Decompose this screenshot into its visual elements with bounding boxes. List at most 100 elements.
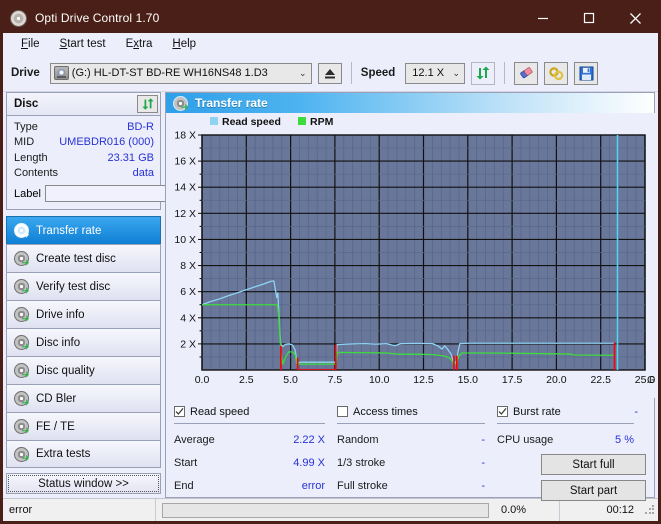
elapsed-time: 00:12 — [606, 504, 634, 516]
status-message: error — [9, 504, 33, 516]
chain-button[interactable] — [544, 61, 569, 85]
burst-rate-checkbox-row[interactable]: Burst rate - — [497, 404, 646, 419]
erase-button[interactable] — [514, 61, 539, 85]
panel-header: Transfer rate — [166, 93, 654, 113]
sidebar-item-label: Transfer rate — [36, 224, 102, 237]
svg-text:12.5: 12.5 — [413, 374, 434, 386]
close-button[interactable] — [612, 3, 658, 33]
disc-icon — [14, 363, 29, 378]
sidebar-item-disc-info[interactable]: Disc info — [6, 328, 161, 356]
burst-rate-column: Burst rate - CPU usage 5 % Start full St… — [497, 404, 646, 501]
sidebar-item-verify-test-disc[interactable]: Verify test disc — [6, 272, 161, 300]
stat-row-end: End error — [174, 474, 337, 497]
sidebar-item-label: FE / TE — [36, 420, 75, 433]
chevron-down-icon: ⌄ — [299, 67, 307, 78]
stat-random-key: Random — [337, 433, 379, 446]
svg-text:5.0: 5.0 — [283, 374, 298, 386]
eject-button[interactable] — [317, 62, 342, 84]
transfer-rate-chart[interactable]: Read speed RPM 2 X 4 X 6 X 8 X 10 X 12 X 14 X 16 … — [166, 113, 655, 398]
sidebar-item-label: Verify test disc — [36, 280, 111, 293]
read-speed-checkbox-row[interactable]: Read speed — [174, 404, 337, 419]
svg-text:0.0: 0.0 — [195, 374, 210, 386]
panel-title: Transfer rate — [195, 96, 268, 110]
menu-start-test-label: tart test — [67, 38, 106, 50]
title-bar: Opti Drive Control 1.70 — [3, 3, 658, 33]
burst-rate-label: Burst rate — [513, 405, 561, 418]
sidebar-item-disc-quality[interactable]: Disc quality — [6, 356, 161, 384]
access-times-checkbox-row[interactable]: Access times — [337, 404, 497, 419]
access-times-divider — [337, 423, 485, 424]
access-times-checkbox[interactable] — [337, 406, 348, 417]
disc-refresh-button[interactable] — [137, 95, 158, 113]
speed-select-value: 12.1 X — [412, 67, 445, 79]
window-title: Opti Drive Control 1.70 — [35, 11, 160, 25]
start-part-button[interactable]: Start part — [541, 480, 646, 501]
menu-help-label: elp — [180, 38, 197, 50]
stat-row-full-stroke: Full stroke - — [337, 474, 497, 497]
access-times-label: Access times — [353, 405, 418, 418]
sidebar-item-drive-info[interactable]: Drive info — [6, 300, 161, 328]
save-button[interactable] — [574, 61, 599, 85]
refresh-icon — [141, 98, 154, 110]
status-window-button[interactable]: Status window >> — [6, 473, 161, 494]
disc-label-key: Label — [14, 187, 41, 200]
sidebar-item-extra-tests[interactable]: Extra tests — [6, 440, 161, 468]
drive-label: Drive — [11, 67, 40, 79]
resize-grip-icon[interactable] — [644, 504, 656, 516]
sidebar-item-label: Disc quality — [36, 364, 95, 377]
eraser-icon — [520, 66, 533, 78]
sidebar-item-transfer-rate[interactable]: Transfer rate — [6, 216, 161, 244]
refresh-icon — [476, 66, 490, 80]
disc-icon — [14, 419, 29, 434]
sidebar-item-create-test-disc[interactable]: Create test disc — [6, 244, 161, 272]
stat-row-start: Start 4.99 X — [174, 451, 337, 474]
action-buttons: Start full Start part — [497, 454, 646, 501]
stat-random-value: - — [481, 433, 485, 446]
right-column: Transfer rate Read speed RPM 2 X 4 X 6 X 8 X 1… — [165, 92, 655, 501]
drive-select[interactable]: (G:) HL-DT-ST BD-RE WH16NS48 1.D3 ⌄ — [49, 62, 312, 84]
sidebar-item-label: Extra tests — [36, 448, 91, 460]
stat-average-value: 2.22 X — [293, 433, 325, 446]
menu-file[interactable]: File — [11, 36, 50, 52]
disc-icon — [173, 95, 188, 111]
menu-extra[interactable]: Extra — [116, 36, 163, 52]
disc-icon — [14, 335, 29, 350]
burst-rate-value: - — [634, 405, 638, 418]
stat-end-value: error — [301, 479, 325, 492]
read-speed-checkbox[interactable] — [174, 406, 185, 417]
chain-link-icon — [549, 66, 564, 80]
main-body: Disc Type BD-R MID UMEBDR016 (000) Lengt… — [3, 92, 658, 501]
refresh-button[interactable] — [471, 61, 496, 85]
svg-text:6 X: 6 X — [180, 286, 196, 298]
sidebar-item-fe-te[interactable]: FE / TE — [6, 412, 161, 440]
disc-icon — [14, 223, 29, 238]
sidebar-item-label: Drive info — [36, 308, 85, 321]
disc-row-mid-key: MID — [14, 136, 35, 149]
disc-icon — [14, 446, 29, 462]
svg-text:8 X: 8 X — [180, 260, 196, 272]
stat-start-key: Start — [174, 456, 198, 469]
stat-full-stroke-value: - — [481, 479, 485, 492]
stat-cpu-usage-value: 5 % — [615, 433, 634, 446]
stat-end-key: End — [174, 479, 194, 492]
minimize-button[interactable] — [520, 3, 566, 33]
sidebar-item-label: Create test disc — [36, 252, 116, 265]
speed-select[interactable]: 12.1 X ⌄ — [405, 62, 466, 84]
maximize-button[interactable] — [566, 3, 612, 33]
menu-help[interactable]: Help — [162, 36, 206, 52]
disc-row-length-value: 23.31 GB — [107, 151, 154, 164]
optical-drive-icon — [53, 66, 69, 80]
menu-start-test[interactable]: Start test — [50, 36, 116, 52]
burst-rate-checkbox[interactable] — [497, 406, 508, 417]
menu-file-label: ile — [28, 38, 40, 50]
read-speed-divider — [174, 423, 325, 424]
start-full-button[interactable]: Start full — [541, 454, 646, 475]
disc-row-contents-key: Contents — [14, 167, 59, 180]
disc-row-length-key: Length — [14, 151, 48, 164]
sidebar-item-label: CD Bler — [36, 392, 77, 405]
app-disc-icon — [10, 9, 27, 27]
sidebar-item-cd-bler[interactable]: CD Bler — [6, 384, 161, 412]
sidebar-nav: Transfer rate Create test disc Verify te… — [6, 216, 161, 468]
stat-third-stroke-key: 1/3 stroke — [337, 456, 386, 469]
save-floppy-icon — [579, 66, 594, 80]
